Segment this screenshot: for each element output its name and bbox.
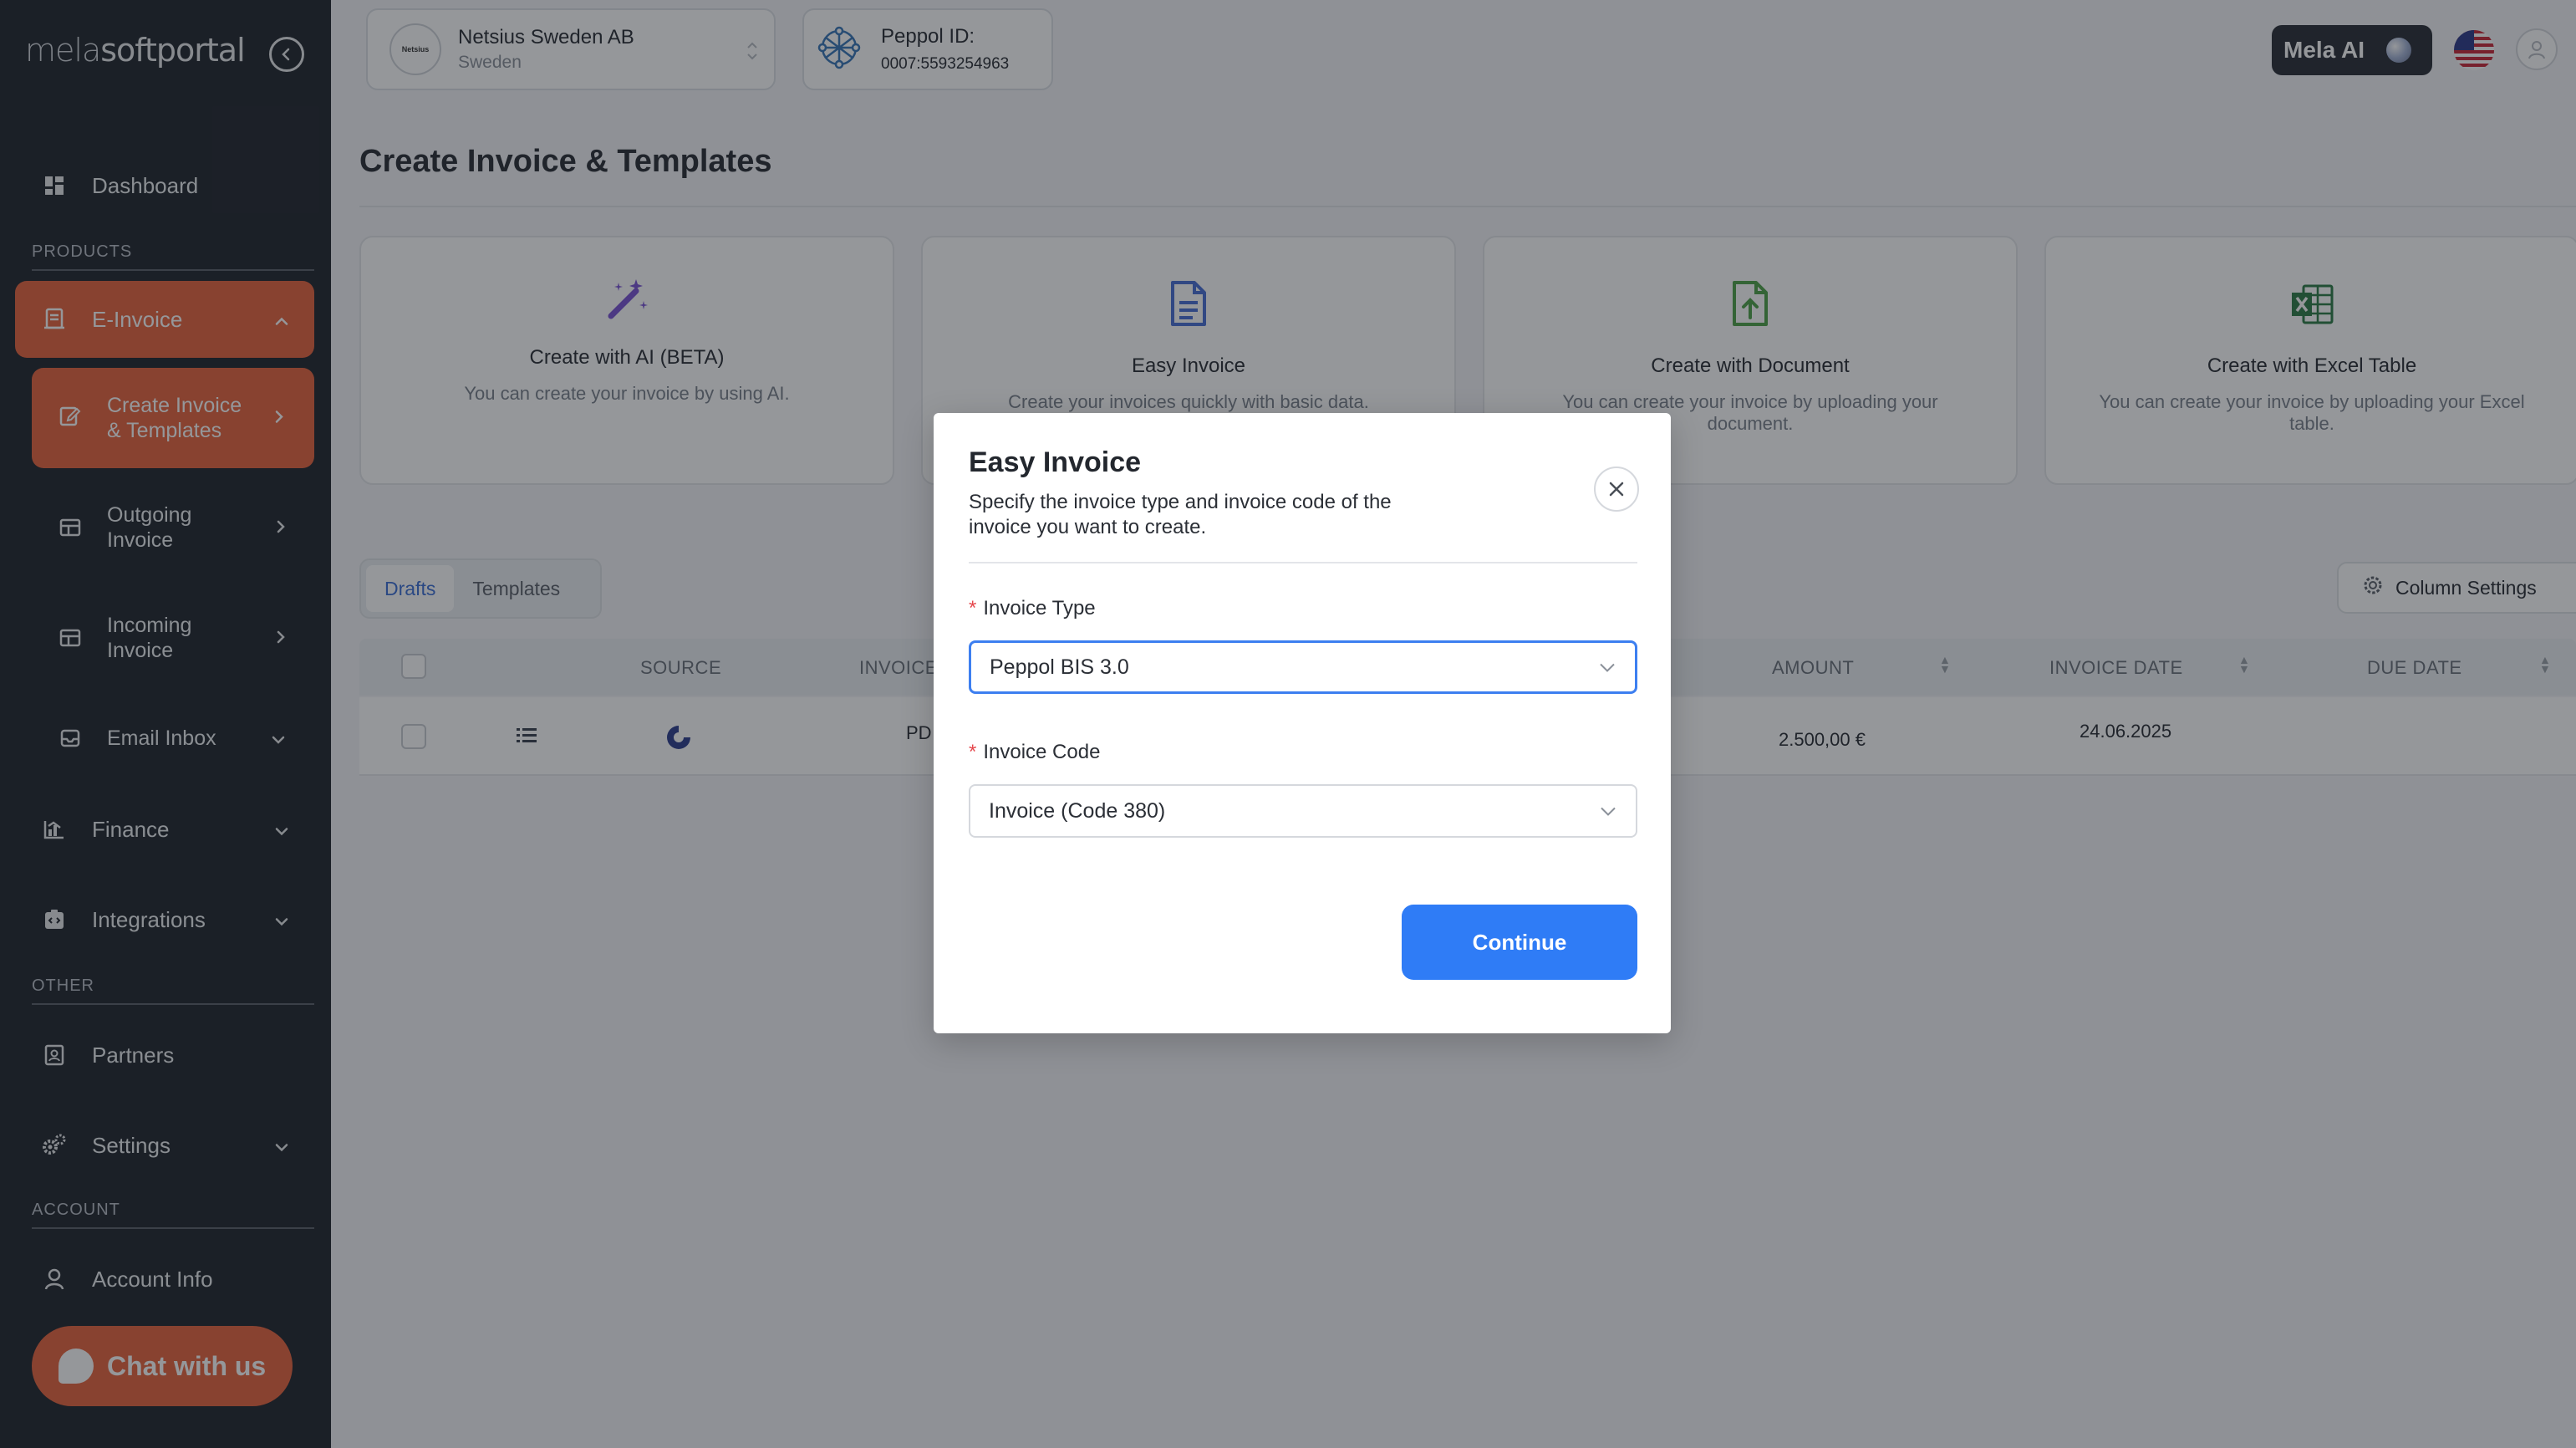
modal-divider [969,562,1637,563]
invoice-code-label: * Invoice Code [969,741,1100,764]
modal-title: Easy Invoice [969,446,1142,478]
invoice-type-label-text: Invoice Type [983,597,1096,619]
chevron-down-icon [1598,655,1616,680]
invoice-code-value: Invoice (Code 380) [989,798,1166,823]
invoice-code-label-text: Invoice Code [983,741,1101,763]
modal-subtitle: Specify the invoice type and invoice cod… [969,491,1392,538]
invoice-type-select[interactable]: Peppol BIS 3.0 [969,640,1637,694]
invoice-type-value: Peppol BIS 3.0 [990,655,1129,679]
invoice-type-label: * Invoice Type [969,597,1096,620]
close-button[interactable] [1594,467,1639,512]
invoice-code-select[interactable]: Invoice (Code 380) [969,784,1637,838]
continue-button[interactable]: Continue [1402,905,1637,980]
chevron-down-icon [1599,799,1617,823]
close-icon [1609,482,1624,497]
easy-invoice-modal: Easy Invoice Specify the invoice type an… [934,413,1671,1033]
required-mark: * [969,741,977,763]
required-mark: * [969,597,977,619]
